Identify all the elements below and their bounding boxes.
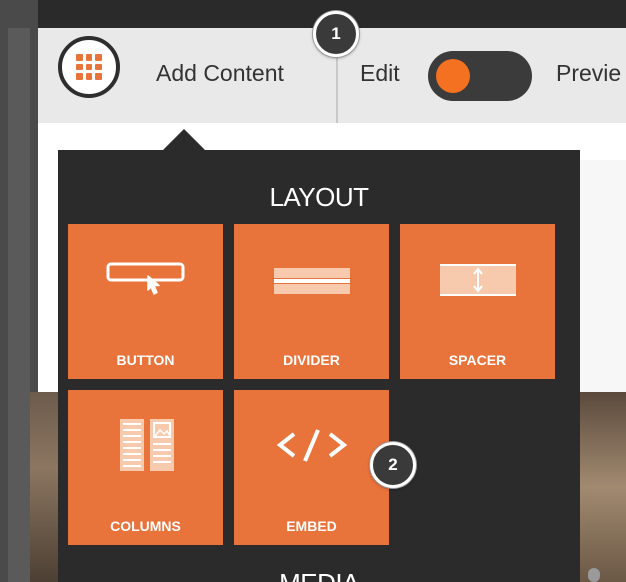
popover-caret bbox=[162, 129, 206, 151]
tile-embed[interactable]: EMBED bbox=[234, 390, 389, 545]
edit-preview-toggle[interactable] bbox=[428, 51, 532, 101]
top-bar bbox=[0, 0, 626, 28]
tile-spacer[interactable]: SPACER bbox=[400, 224, 555, 379]
tile-label: EMBED bbox=[286, 518, 337, 534]
apps-grid-icon bbox=[76, 54, 102, 80]
preview-label[interactable]: Previe bbox=[556, 60, 621, 87]
left-rail-panel bbox=[8, 28, 30, 582]
callout-badge-2: 2 bbox=[370, 442, 416, 488]
section-title-media: MEDIA bbox=[58, 568, 580, 582]
tile-columns[interactable]: COLUMNS bbox=[68, 390, 223, 545]
tile-button[interactable]: BUTTON bbox=[68, 224, 223, 379]
callout-badge-1: 1 bbox=[313, 11, 359, 57]
tile-label: DIVIDER bbox=[283, 352, 340, 368]
tile-divider[interactable]: DIVIDER bbox=[234, 224, 389, 379]
background-photo-left bbox=[30, 392, 60, 582]
toggle-knob[interactable] bbox=[436, 59, 470, 93]
toolbar-divider bbox=[336, 50, 338, 124]
add-content-popover: LAYOUT BUTTON DIVIDER SPACER COLUMNS EMB… bbox=[58, 150, 580, 582]
tile-label: SPACER bbox=[448, 352, 507, 368]
tile-label: BUTTON bbox=[116, 352, 175, 368]
background-photo-right bbox=[580, 392, 626, 582]
tile-label: COLUMNS bbox=[110, 518, 181, 534]
popover-scrollbar[interactable] bbox=[588, 568, 600, 582]
page-content-edge bbox=[580, 160, 626, 392]
add-content-button[interactable] bbox=[58, 36, 120, 98]
edit-label[interactable]: Edit bbox=[360, 60, 400, 87]
add-content-label[interactable]: Add Content bbox=[156, 60, 284, 87]
section-title-layout: LAYOUT bbox=[269, 182, 369, 212]
